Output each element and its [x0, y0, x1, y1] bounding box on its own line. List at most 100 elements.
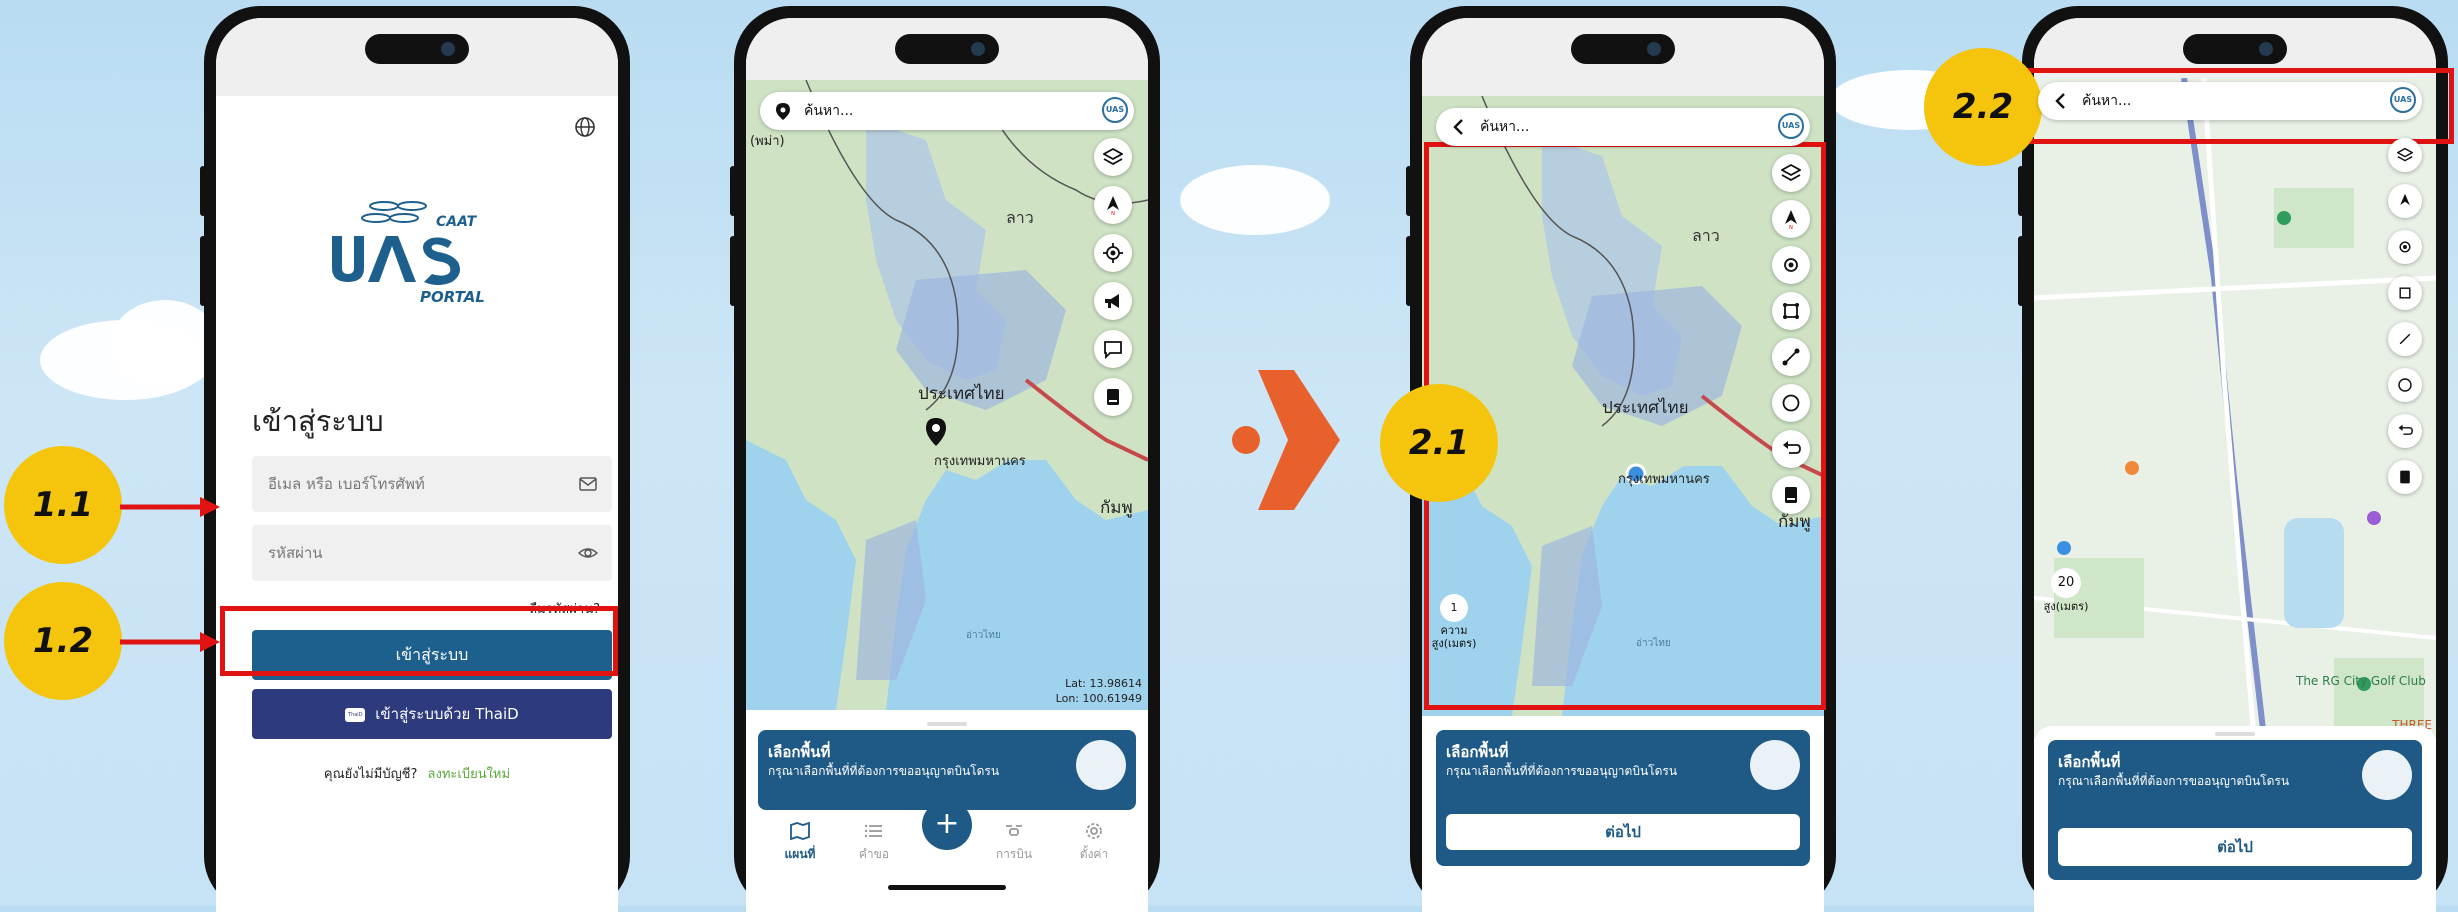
nav-flights[interactable]: การบิน: [984, 821, 1044, 864]
target-icon: [1103, 243, 1123, 263]
svg-text:N: N: [1789, 225, 1793, 229]
layers-button[interactable]: [1772, 154, 1810, 192]
book-button[interactable]: [1772, 476, 1810, 514]
search-bar[interactable]: ค้นหา... UAS: [1436, 108, 1810, 146]
line-icon: [2399, 333, 2411, 345]
uas-avatar-icon[interactable]: UAS: [1102, 97, 1128, 123]
layers-icon: [1103, 147, 1123, 166]
map-label: The RG City Golf Club: [2296, 674, 2426, 688]
cloud: [1180, 165, 1330, 235]
circle-icon: [2398, 378, 2412, 392]
layers-button[interactable]: [1094, 138, 1132, 176]
back-chevron-icon[interactable]: [1450, 118, 1468, 136]
nav-settings[interactable]: ตั้งค่า: [1064, 821, 1124, 864]
step-callout-1-1: 1.1: [4, 446, 122, 564]
uas-portal-logo: CAAT PORTAL: [324, 196, 485, 308]
eye-icon[interactable]: [578, 543, 598, 563]
search-bar[interactable]: ค้นหา... UAS: [2038, 82, 2422, 120]
sheet-handle[interactable]: [2215, 732, 2255, 736]
uas-avatar-icon[interactable]: UAS: [2390, 87, 2416, 113]
phone-map-home: ลาว ประเทศไทย กรุงเทพมหานคร กัมพู (พม่า)…: [730, 6, 1160, 912]
next-button[interactable]: ต่อไป: [1446, 814, 1800, 850]
select-area-card[interactable]: เลือกพื้นที่ กรุณาเลือกพื้นที่ที่ต้องการ…: [758, 730, 1136, 810]
line-icon: [1782, 348, 1800, 366]
draw-rectangle-button[interactable]: [2388, 276, 2422, 310]
svg-text:N: N: [1111, 211, 1115, 215]
map-home-screen: ลาว ประเทศไทย กรุงเทพมหานคร กัมพู (พม่า)…: [746, 18, 1148, 912]
compass-button[interactable]: [2388, 184, 2422, 218]
undo-button[interactable]: [2388, 414, 2422, 448]
phone-login: CAAT PORTAL เข้าสู่ระบบ อีเมล หรือ เบอร์…: [200, 6, 630, 912]
email-placeholder: อีเมล หรือ เบอร์โทรศัพท์: [268, 475, 425, 493]
undo-icon: [1783, 441, 1801, 454]
highlight-login-button: [220, 606, 618, 676]
compass-button[interactable]: N: [1772, 200, 1810, 238]
register-link[interactable]: ลงทะเบียนใหม่: [428, 767, 511, 782]
email-field[interactable]: อีเมล หรือ เบอร์โทรศัพท์: [252, 456, 612, 512]
my-location-button[interactable]: [1094, 234, 1132, 272]
draw-line-button[interactable]: [1772, 338, 1810, 376]
book-button[interactable]: [2388, 460, 2422, 494]
select-area-card: เลือกพื้นที่ กรุณาเลือกพื้นที่ที่ต้องการ…: [1436, 730, 1810, 866]
back-chevron-icon[interactable]: [2052, 92, 2070, 110]
thaid-login-button[interactable]: ThaiD เข้าสู่ระบบด้วย ThaiD: [252, 689, 612, 739]
signup-row: คุณยังไม่มีบัญชี? ลงทะเบียนใหม่: [216, 763, 618, 784]
search-placeholder: ค้นหา...: [2082, 93, 2132, 109]
map-view[interactable]: ลาว ประเทศไทย กรุงเทพมหานคร กัมพู (พม่า)…: [746, 79, 1148, 710]
my-location-button[interactable]: [2388, 230, 2422, 264]
step-callout-1-2: 1.2: [4, 582, 122, 700]
card-subtitle: กรุณาเลือกพื้นที่ที่ต้องการขออนุญาตบินโด…: [1446, 764, 1678, 778]
compass-button[interactable]: N: [1094, 186, 1132, 224]
search-bar[interactable]: ค้นหา... UAS: [760, 92, 1134, 130]
compass-icon: [2400, 193, 2410, 205]
nav-label: แผนที่: [784, 847, 816, 861]
drone-icon: [1006, 825, 1022, 836]
announcement-button[interactable]: [1094, 282, 1132, 320]
compass-icon: N: [1107, 196, 1119, 215]
drone-illustration: [1076, 740, 1126, 790]
step-callout-2-1: 2.1: [1380, 384, 1498, 502]
target-icon: [1784, 258, 1798, 272]
longitude: Lon: 100.61949: [1055, 692, 1142, 705]
draw-circle-button[interactable]: [1772, 384, 1810, 422]
coordinate-readout: Lat: 13.98614 Lon: 100.61949: [1056, 676, 1142, 706]
globe-icon[interactable]: [574, 116, 596, 138]
book-button[interactable]: [1094, 378, 1132, 416]
phone-side-button: [2018, 236, 2024, 306]
book-icon: [1107, 389, 1119, 405]
drone-illustration: [2362, 750, 2412, 800]
card-subtitle: กรุณาเลือกพื้นที่ที่ต้องการขออนุญาตบินโด…: [768, 764, 1000, 778]
bottom-sheet: เลือกพื้นที่ กรุณาเลือกพื้นที่ที่ต้องการ…: [2034, 726, 2436, 912]
map-label: (พม่า): [750, 134, 785, 149]
thaid-button-label: เข้าสู่ระบบด้วย ThaiD: [375, 705, 519, 723]
uas-avatar-icon[interactable]: UAS: [1778, 113, 1804, 139]
circle-icon: [1782, 394, 1800, 412]
map-label: อ่าวไทย: [966, 630, 1001, 641]
bottom-sheet: เลือกพื้นที่ กรุณาเลือกพื้นที่ที่ต้องการ…: [1422, 722, 1824, 912]
card-subtitle: กรุณาเลือกพื้นที่ที่ต้องการขออนุญาตบินโด…: [2058, 774, 2290, 788]
nav-requests[interactable]: คำขอ: [844, 821, 904, 864]
phone-side-button: [2018, 166, 2024, 216]
sheet-handle[interactable]: [927, 722, 967, 726]
add-button[interactable]: +: [922, 800, 972, 850]
my-location-button[interactable]: [1772, 246, 1810, 284]
step-callout-2-2: 2.2: [1924, 48, 2042, 166]
chat-button[interactable]: [1094, 330, 1132, 368]
draw-rectangle-button[interactable]: [1772, 292, 1810, 330]
password-field[interactable]: รหัสผ่าน: [252, 525, 612, 581]
mail-icon: [579, 477, 597, 491]
logo-caat-text: CAAT: [436, 214, 477, 230]
card-title: เลือกพื้นที่: [1446, 743, 1509, 761]
login-screen: CAAT PORTAL เข้าสู่ระบบ อีเมล หรือ เบอร์…: [216, 18, 618, 912]
undo-button[interactable]: [1772, 430, 1810, 468]
draw-circle-button[interactable]: [2388, 368, 2422, 402]
list-icon: [864, 824, 882, 838]
layers-button[interactable]: [2388, 138, 2422, 172]
nav-map[interactable]: แผนที่: [770, 821, 830, 864]
location-icon: [776, 103, 790, 120]
altitude-unit: สูง(เมตร): [2043, 600, 2089, 613]
draw-line-button[interactable]: [2388, 322, 2422, 356]
map-view[interactable]: The RG City Golf Club THREE 20 สูง(เมตร): [2034, 77, 2436, 739]
layers-icon: [1781, 163, 1801, 182]
next-button[interactable]: ต่อไป: [2058, 828, 2412, 866]
